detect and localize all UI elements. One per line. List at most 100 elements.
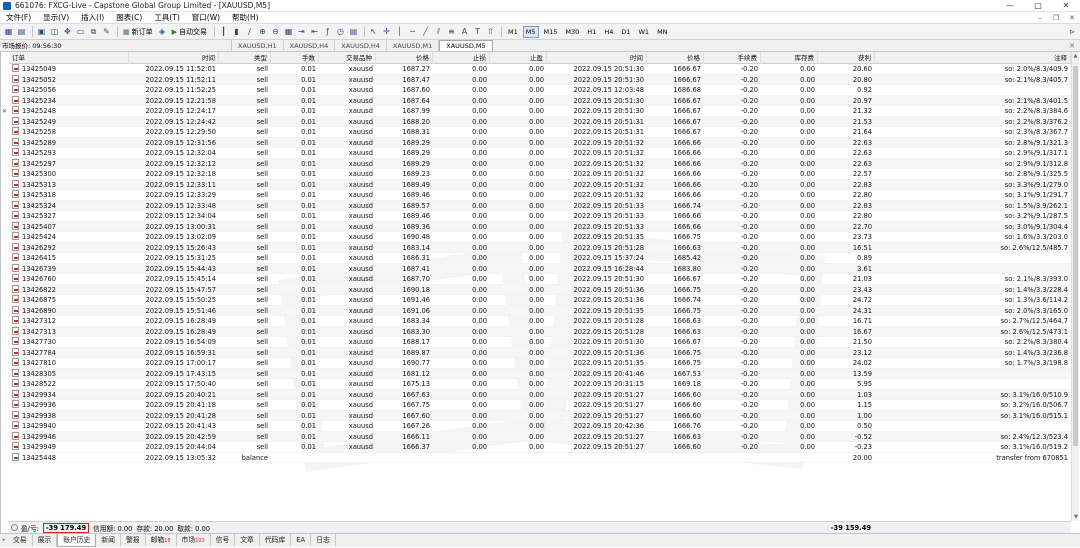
- fibonacci-icon[interactable]: ≡: [446, 26, 457, 38]
- tab-articles[interactable]: 文章: [235, 534, 260, 546]
- col-type[interactable]: 类型: [219, 52, 271, 64]
- editor-icon[interactable]: ✎: [101, 26, 112, 38]
- table-row[interactable]: 13426292 2022.09.15 15:26:43 sell 0.01 xauus…: [9, 242, 1071, 253]
- maximize-button[interactable]: □: [1024, 1, 1052, 10]
- col-close-price[interactable]: 价格: [647, 52, 704, 64]
- table-row[interactable]: 13425258 2022.09.15 12:29:50 sell 0.01 xauus…: [9, 127, 1071, 138]
- menu-tools[interactable]: 工具(T): [148, 12, 185, 23]
- table-row[interactable]: 13425324 2022.09.15 12:33:48 sell 0.01 xauus…: [9, 200, 1071, 211]
- minimize-button[interactable]: —: [996, 1, 1024, 10]
- new-order-button[interactable]: ▦ 新订单: [121, 26, 155, 38]
- table-row[interactable]: 13427312 2022.09.15 16:28:49 sell 0.01 xauus…: [9, 316, 1071, 327]
- table-row[interactable]: 13425297 2022.09.15 12:32:12 sell 0.01 xauus…: [9, 158, 1071, 169]
- profiles-icon[interactable]: ▤: [16, 26, 27, 38]
- close-button[interactable]: ✕: [1052, 1, 1080, 10]
- col-time[interactable]: 时间: [129, 52, 219, 64]
- arrows-icon[interactable]: ⇧: [485, 26, 496, 38]
- scrollbar-thumb[interactable]: [1073, 66, 1078, 446]
- tab-signals[interactable]: 信号: [211, 534, 236, 546]
- mdi-close-icon[interactable]: ✕: [1064, 14, 1080, 22]
- table-row[interactable]: 13425313 2022.09.15 12:33:11 sell 0.01 xauus…: [9, 179, 1071, 190]
- table-row[interactable]: 13426415 2022.09.15 15:31:25 sell 0.01 xauus…: [9, 253, 1071, 264]
- zoom-in-icon[interactable]: ⊕: [257, 26, 268, 38]
- table-row[interactable]: 13429940 2022.09.15 20:41:43 sell 0.01 xauus…: [9, 421, 1071, 432]
- col-symbol[interactable]: 交易品种: [319, 52, 376, 64]
- table-row[interactable]: 13425407 2022.09.15 13:00:31 sell 0.01 xauus…: [9, 221, 1071, 232]
- signals-icon[interactable]: ◈: [157, 26, 168, 38]
- period-icon[interactable]: ◷: [335, 26, 346, 38]
- timeframe-m15[interactable]: M15: [541, 26, 561, 38]
- timeframe-d1[interactable]: D1: [618, 26, 633, 38]
- timeframe-mn[interactable]: MN: [654, 26, 670, 38]
- timeframe-h1[interactable]: H1: [584, 26, 599, 38]
- table-row[interactable]: 13425289 2022.09.15 12:31:56 sell 0.01 xauus…: [9, 137, 1071, 148]
- navigator-icon[interactable]: ✥: [62, 26, 73, 38]
- terminal-close-icon[interactable]: ✕: [2, 108, 7, 115]
- col-commission[interactable]: 手续费: [704, 52, 761, 64]
- table-row[interactable]: 13425234 2022.09.15 12:21:58 sell 0.01 xauus…: [9, 95, 1071, 106]
- table-row[interactable]: 13425300 2022.09.15 12:32:18 sell 0.01 xauus…: [9, 169, 1071, 180]
- table-row[interactable]: 13426890 2022.09.15 15:51:46 sell 0.01 xauus…: [9, 305, 1071, 316]
- tab-code-base[interactable]: 代码库: [260, 534, 292, 546]
- table-row[interactable]: 13425056 2022.09.15 11:52:25 sell 0.01 xauus…: [9, 85, 1071, 96]
- zoom-out-icon[interactable]: ⊖: [270, 26, 281, 38]
- autoscroll-icon[interactable]: ⇥: [296, 26, 307, 38]
- auto-trading-button[interactable]: ▶ 自动交易: [170, 26, 209, 38]
- table-row[interactable]: 13426739 2022.09.15 15:44:43 sell 0.01 xauus…: [9, 263, 1071, 274]
- tab-news[interactable]: 新闻: [96, 534, 121, 546]
- table-row[interactable]: 13429938 2022.09.15 20:41:28 sell 0.01 xauus…: [9, 410, 1071, 421]
- col-swap[interactable]: 库存费: [761, 52, 818, 64]
- col-profit[interactable]: 获利: [818, 52, 875, 64]
- timeframe-w1[interactable]: W1: [636, 26, 653, 38]
- mdi-restore-icon[interactable]: ❐: [1048, 14, 1064, 22]
- col-sl[interactable]: 止损: [433, 52, 490, 64]
- table-row[interactable]: 13429946 2022.09.15 20:42:59 sell 0.01 xauus…: [9, 431, 1071, 442]
- table-row[interactable]: 13425248 2022.09.15 12:24:17 sell 0.01 xauus…: [9, 106, 1071, 117]
- tab-mailbox[interactable]: 邮箱18: [146, 534, 177, 546]
- table-row[interactable]: 13425052 2022.09.15 11:52:11 sell 0.01 xauus…: [9, 74, 1071, 85]
- table-row[interactable]: 13426875 2022.09.15 15:50:25 sell 0.01 xauus…: [9, 295, 1071, 306]
- table-row[interactable]: 13426760 2022.09.15 15:45:14 sell 0.01 xauus…: [9, 274, 1071, 285]
- col-order[interactable]: 订单: [9, 52, 129, 64]
- chart-tab-active[interactable]: XAUUSD,M5: [439, 40, 493, 51]
- balance-row[interactable]: 13425448 2022.09.15 13:05:32 balance 20.00 t…: [9, 452, 1071, 463]
- indicators-icon[interactable]: ƒ: [322, 26, 333, 38]
- menu-charts[interactable]: 图表(C): [110, 12, 148, 23]
- table-row[interactable]: 13429936 2022.09.15 20:41:18 sell 0.01 xauus…: [9, 400, 1071, 411]
- timeframe-m30[interactable]: M30: [562, 26, 582, 38]
- menu-file[interactable]: 文件(F): [0, 12, 37, 23]
- col-volume[interactable]: 手数: [271, 52, 319, 64]
- toolbar-overflow-icon[interactable]: ⊳: [1069, 28, 1080, 36]
- menu-insert[interactable]: 插入(I): [75, 12, 110, 23]
- data-window-icon[interactable]: ◫: [49, 26, 60, 38]
- chart-tab[interactable]: XAUUSD,H4: [284, 40, 336, 51]
- table-row[interactable]: 13425049 2022.09.15 11:52:01 sell 0.01 xauus…: [9, 64, 1071, 75]
- shift-icon[interactable]: ⇤: [309, 26, 320, 38]
- tab-trade[interactable]: 交易: [8, 534, 33, 546]
- menu-window[interactable]: 窗口(W): [186, 12, 226, 23]
- table-row[interactable]: 13425327 2022.09.15 12:34:04 sell 0.01 xauus…: [9, 211, 1071, 222]
- candle-chart-icon[interactable]: ▮: [231, 26, 242, 38]
- table-row[interactable]: 13425318 2022.09.15 12:33:29 sell 0.01 xauus…: [9, 190, 1071, 201]
- timeframe-h4[interactable]: H4: [601, 26, 616, 38]
- label-tool-icon[interactable]: T: [472, 26, 483, 38]
- chart-tab[interactable]: XAUUSD,H1: [232, 40, 284, 51]
- table-row[interactable]: 13427730 2022.09.15 16:54:09 sell 0.01 xauus…: [9, 337, 1071, 348]
- tester-icon[interactable]: ⧉: [88, 26, 99, 38]
- timeframe-m5[interactable]: M5: [522, 25, 539, 38]
- col-close-time[interactable]: 时间: [547, 52, 647, 64]
- scroll-down-icon[interactable]: ▼: [1072, 513, 1080, 521]
- tab-experts[interactable]: EA: [291, 534, 312, 546]
- table-row[interactable]: 13429934 2022.09.15 20:40:21 sell 0.01 xauus…: [9, 389, 1071, 400]
- scroll-up-icon[interactable]: ▲: [1072, 52, 1079, 60]
- bar-chart-icon[interactable]: ┃: [218, 26, 229, 38]
- terminal-icon[interactable]: ▭: [75, 26, 86, 38]
- crosshair-icon[interactable]: ✛: [381, 26, 392, 38]
- templates-icon[interactable]: ▤: [348, 26, 359, 38]
- table-row[interactable]: 13425249 2022.09.15 12:24:42 sell 0.01 xauus…: [9, 116, 1071, 127]
- channel-icon[interactable]: ⫽: [433, 26, 444, 38]
- table-row[interactable]: 13425424 2022.09.15 13:02:09 sell 0.01 xauus…: [9, 232, 1071, 243]
- table-row[interactable]: 13427810 2022.09.15 17:00:17 sell 0.01 xauus…: [9, 358, 1071, 369]
- col-tp[interactable]: 止盈: [490, 52, 547, 64]
- table-row[interactable]: 13427784 2022.09.15 16:59:31 sell 0.01 xauus…: [9, 347, 1071, 358]
